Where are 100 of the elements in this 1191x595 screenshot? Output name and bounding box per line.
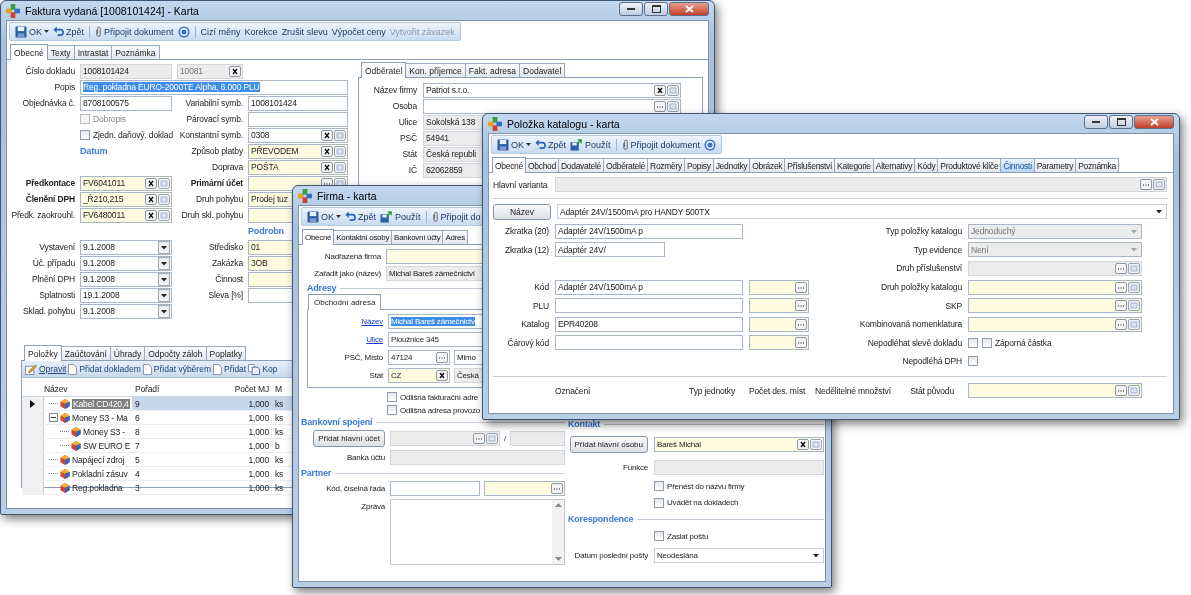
- field-label: Členění DPH: [24, 194, 75, 204]
- field-label: Předk. zaokrouhl.: [10, 210, 75, 220]
- field-label: PLU: [531, 300, 549, 311]
- checkbox-label: Zjedn. daňový. doklad: [93, 130, 174, 140]
- field-label: Činnost: [214, 274, 243, 284]
- window-title: Položka katalogu - karta: [507, 117, 620, 130]
- field-label: Druh skl. pohybu: [180, 210, 243, 220]
- item-name: SW EURO E: [83, 440, 131, 451]
- field-label: Druh pohybu: [194, 194, 243, 204]
- section-heading: Bankovní spojení: [301, 417, 373, 427]
- field-label: IČ: [407, 165, 417, 175]
- table-cell: 1,000: [196, 397, 272, 410]
- field-label: Typ položky katalogu: [884, 226, 962, 237]
- field-label: Zakázka: [210, 258, 243, 268]
- field-label: Plnění DPH: [31, 274, 75, 284]
- field-label: Typ evidence: [912, 244, 962, 255]
- item-name: Napájecí zdroj: [72, 454, 125, 465]
- table-cell-text: ks: [274, 453, 285, 466]
- field-label: Zařadit jako (název): [313, 269, 381, 278]
- column-header: Počet des. míst: [749, 385, 807, 396]
- field-label: Druh položky katalogu: [880, 282, 962, 293]
- table-cell-text: 7: [134, 439, 141, 452]
- table-cell-text: 8: [134, 425, 141, 438]
- table-cell-text: 1,000: [247, 411, 270, 424]
- window-title: Faktura vydaná [1008101424] - Karta: [25, 4, 199, 17]
- field-label: Vystavení: [38, 242, 75, 252]
- table-cell-text: 3: [134, 481, 141, 494]
- field-label: Stát: [368, 370, 383, 380]
- field-label: Zkratka (12): [503, 244, 549, 255]
- field-label: Popis: [53, 82, 75, 92]
- field-label: Předkontace: [24, 178, 75, 188]
- field-label: Způsob platby: [190, 146, 243, 156]
- checkbox-label: Záporná částka: [995, 337, 1052, 348]
- column-header: Nedělitelné množství: [815, 385, 891, 396]
- field-label: Objednávka č.: [21, 98, 75, 108]
- table-cell-text: 1,000: [247, 481, 270, 494]
- field-label: Nepodléhá DPH: [901, 356, 962, 367]
- table-cell-text: 1,000: [247, 425, 270, 438]
- field-label: Párovací symb.: [185, 114, 243, 124]
- checkbox-label: Odlišná fakturační adre: [400, 392, 479, 402]
- table-cell-text: 1,000: [247, 453, 270, 466]
- field-label: Nepodléhat slevě dokladu: [866, 337, 962, 348]
- table-cell-text: ks: [274, 481, 285, 494]
- field-label: Hlavní varianta: [493, 179, 549, 190]
- item-name: Reg.pokladna: [72, 482, 123, 493]
- section-heading: Kontakt: [568, 419, 601, 430]
- window-title: Firma - karta: [317, 189, 377, 202]
- section-heading: Adresy: [307, 283, 337, 293]
- field-label: Osoba: [391, 101, 417, 111]
- section-heading: Datum: [80, 146, 108, 156]
- field-label: Čárový kód: [506, 337, 549, 348]
- section-heading: Partner: [301, 468, 332, 478]
- field-label: Název firmy: [372, 85, 417, 95]
- field-label: Sklad. pohybu: [22, 306, 75, 316]
- checkbox-label: Uvádět na dokladech: [667, 498, 739, 508]
- field-label: Funkce: [621, 462, 648, 472]
- column-header: Typ jednotky: [689, 385, 735, 396]
- field-label: Splatnosti: [38, 290, 75, 300]
- field-label: SKP: [944, 300, 962, 311]
- separator-text: /: [504, 434, 507, 443]
- table-cell-text: 1,000: [247, 439, 270, 452]
- field-label: Číslo dokladu: [24, 66, 75, 76]
- field-label: Zkratka (20): [503, 226, 549, 237]
- table-cell-text: ks: [274, 425, 285, 438]
- section-heading: Korespondence: [568, 514, 634, 525]
- field-label: Datum poslední pošty: [573, 550, 648, 560]
- field-label: Kombinovaná nomenklatura: [858, 319, 962, 330]
- field-label: PSČ, Místo: [343, 352, 383, 362]
- field-label: Stát: [401, 149, 417, 159]
- table-cell-text: 4: [134, 467, 141, 480]
- table-cell-text: 1,000: [247, 467, 270, 480]
- table-cell-text: ks: [274, 411, 285, 424]
- field-label: Zpráva: [360, 502, 385, 511]
- table-cell-text: 5: [134, 453, 141, 466]
- item-name: Money S3 - Ma: [72, 412, 128, 423]
- field-label: Banka účtu: [345, 453, 385, 462]
- field-label: Úč. případu: [31, 258, 75, 268]
- field-label: Primární účet: [189, 178, 243, 188]
- field-label: Stát původu: [910, 385, 954, 396]
- field-label: Kód, číselná řada: [325, 484, 385, 493]
- table-cell: 9: [132, 397, 196, 410]
- field-label: Variabilní symb.: [184, 98, 243, 108]
- field-label: Sleva [%]: [207, 290, 243, 300]
- checkbox-label: Odlišná adresa provozo: [400, 405, 481, 415]
- table-cell-text: ks: [274, 467, 285, 480]
- checkbox-label: Dobropis: [93, 114, 126, 124]
- checkbox-label: Přenést do názvu firmy: [667, 481, 745, 491]
- field-label: Kód: [533, 282, 549, 293]
- field-label: Katalog: [520, 319, 549, 330]
- field-label: Nadřazená firma: [323, 252, 381, 261]
- checkbox-label: Zaslat poštu: [667, 531, 709, 541]
- column-header: Označení: [555, 385, 591, 396]
- table-cell-text: b: [274, 439, 281, 452]
- item-name: Money S3 -: [83, 426, 125, 437]
- field-label: Konstantní symb.: [178, 130, 243, 140]
- field-label: Ulice: [397, 117, 417, 127]
- field-label: PSČ: [398, 133, 417, 143]
- item-name: Kabel CD420,4: [72, 398, 130, 409]
- item-name: Pokladní zásuv: [72, 468, 128, 479]
- table-cell-text: 6: [134, 411, 141, 424]
